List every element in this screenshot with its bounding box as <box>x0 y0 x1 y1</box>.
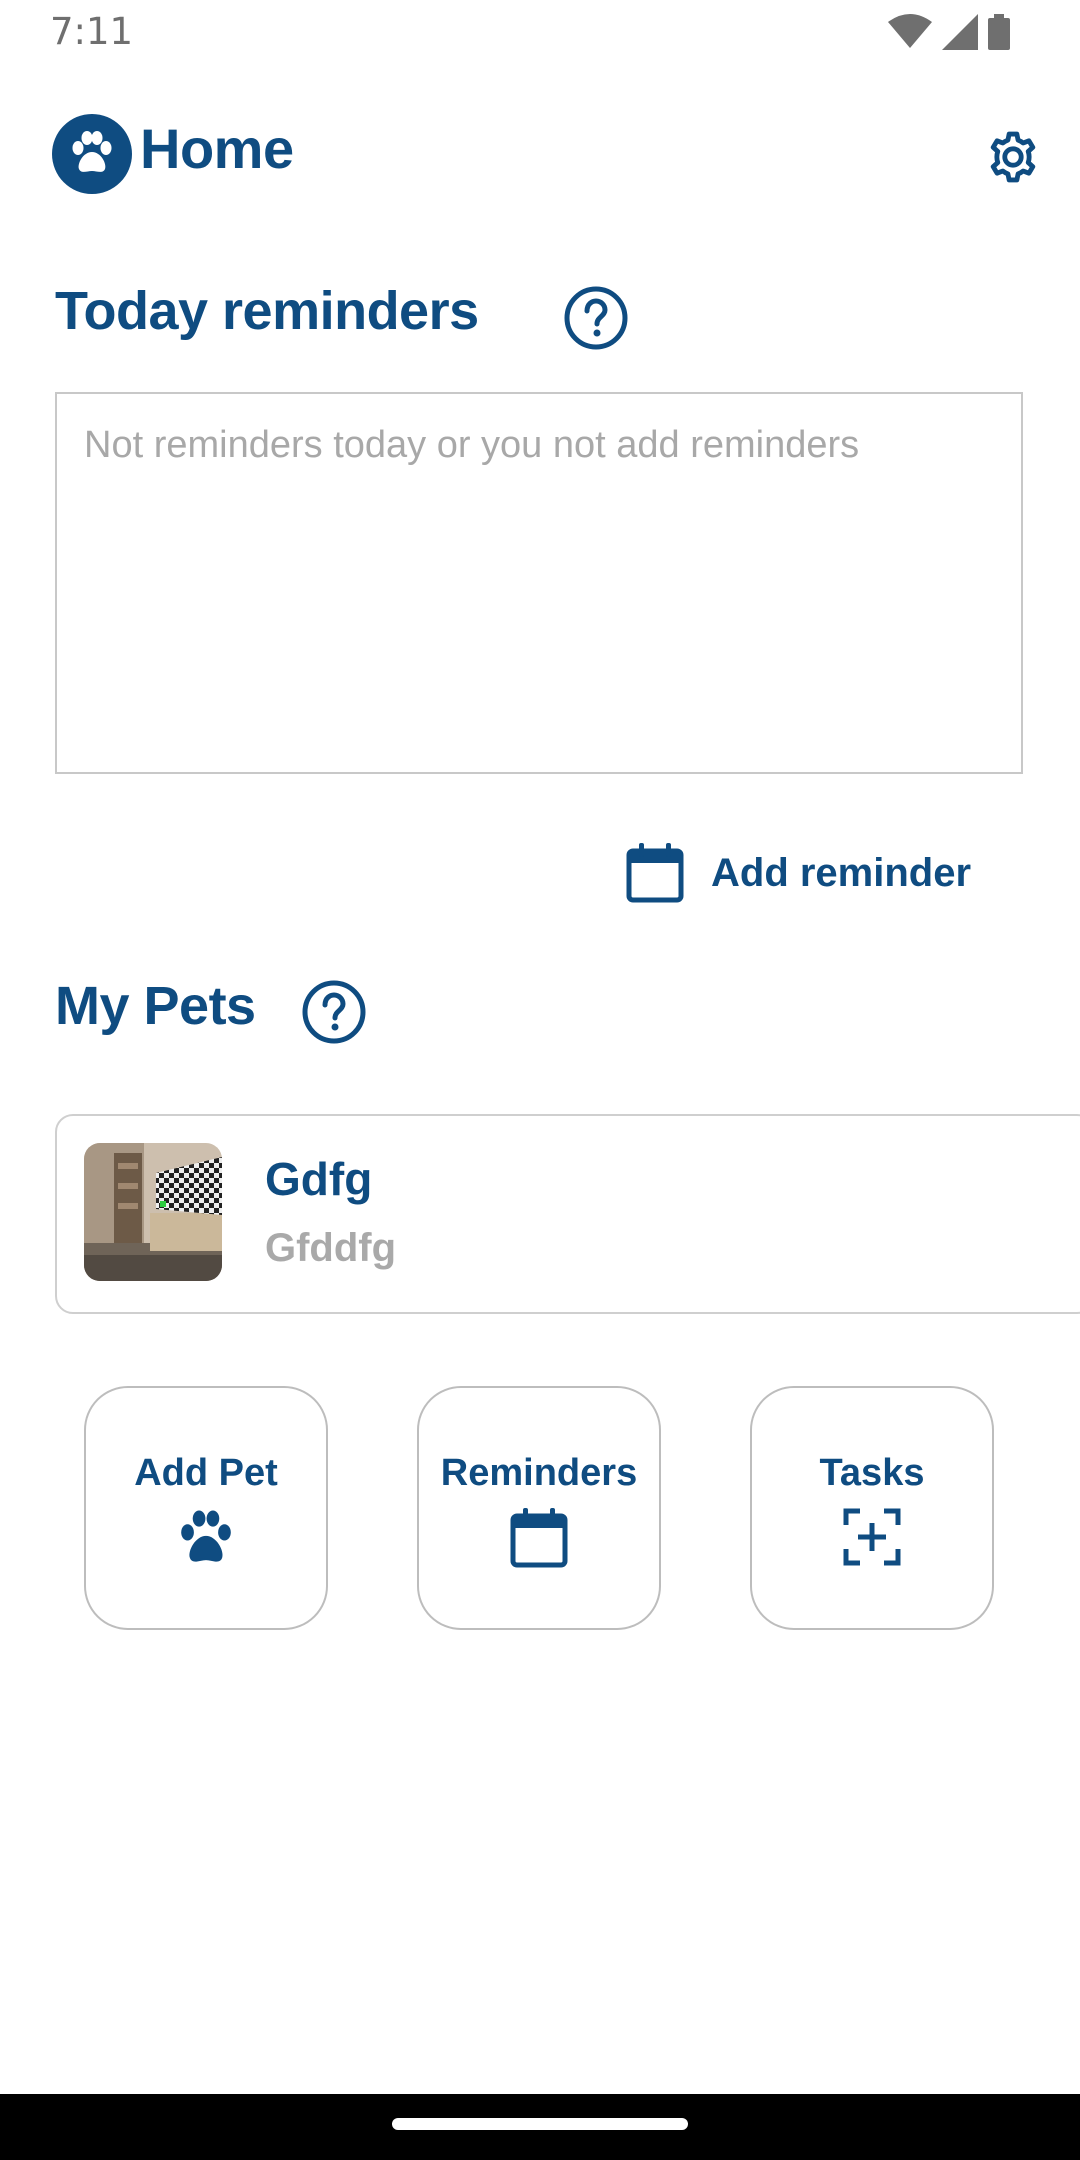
pets-section-title: My Pets <box>55 976 256 1036</box>
pet-photo <box>84 1143 222 1281</box>
page-title: Home <box>140 117 294 180</box>
home-indicator[interactable] <box>392 2118 688 2130</box>
add-reminder-button[interactable]: Add reminder <box>625 838 971 908</box>
reminders-label: Reminders <box>440 1452 638 1494</box>
status-icons <box>888 14 1010 50</box>
reminders-button[interactable]: Reminders <box>417 1386 661 1630</box>
signal-icon <box>942 14 978 50</box>
add-pet-button[interactable]: Add Pet <box>84 1386 328 1630</box>
status-time: 7:11 <box>50 10 134 53</box>
reminders-section-title: Today reminders <box>55 281 479 341</box>
settings-button[interactable] <box>982 126 1044 188</box>
paw-icon <box>72 131 112 172</box>
pet-name: Gdfg <box>265 1153 373 1205</box>
add-task-icon <box>843 1508 901 1566</box>
reminders-empty-message: Not reminders today or you not add remin… <box>84 424 860 466</box>
help-circle-icon <box>564 286 628 350</box>
add-pet-label: Add Pet <box>134 1452 278 1494</box>
pets-help-button[interactable] <box>300 978 368 1046</box>
pet-card[interactable]: Gdfg Gfddfg <box>55 1114 1080 1314</box>
gear-icon <box>990 131 1036 183</box>
reminders-help-button[interactable] <box>562 284 630 352</box>
pet-breed: Gfddfg <box>265 1226 397 1270</box>
app-logo <box>52 114 132 194</box>
add-reminder-label: Add reminder <box>711 850 972 895</box>
calendar-icon <box>510 1508 568 1568</box>
paw-icon <box>181 1510 231 1562</box>
calendar-icon <box>626 843 684 903</box>
tasks-label: Tasks <box>819 1452 925 1494</box>
tasks-button[interactable]: Tasks <box>750 1386 994 1630</box>
battery-icon <box>988 14 1010 50</box>
reminders-list: Not reminders today or you not add remin… <box>55 392 1023 774</box>
wifi-icon <box>888 14 932 48</box>
help-circle-icon <box>302 980 366 1044</box>
